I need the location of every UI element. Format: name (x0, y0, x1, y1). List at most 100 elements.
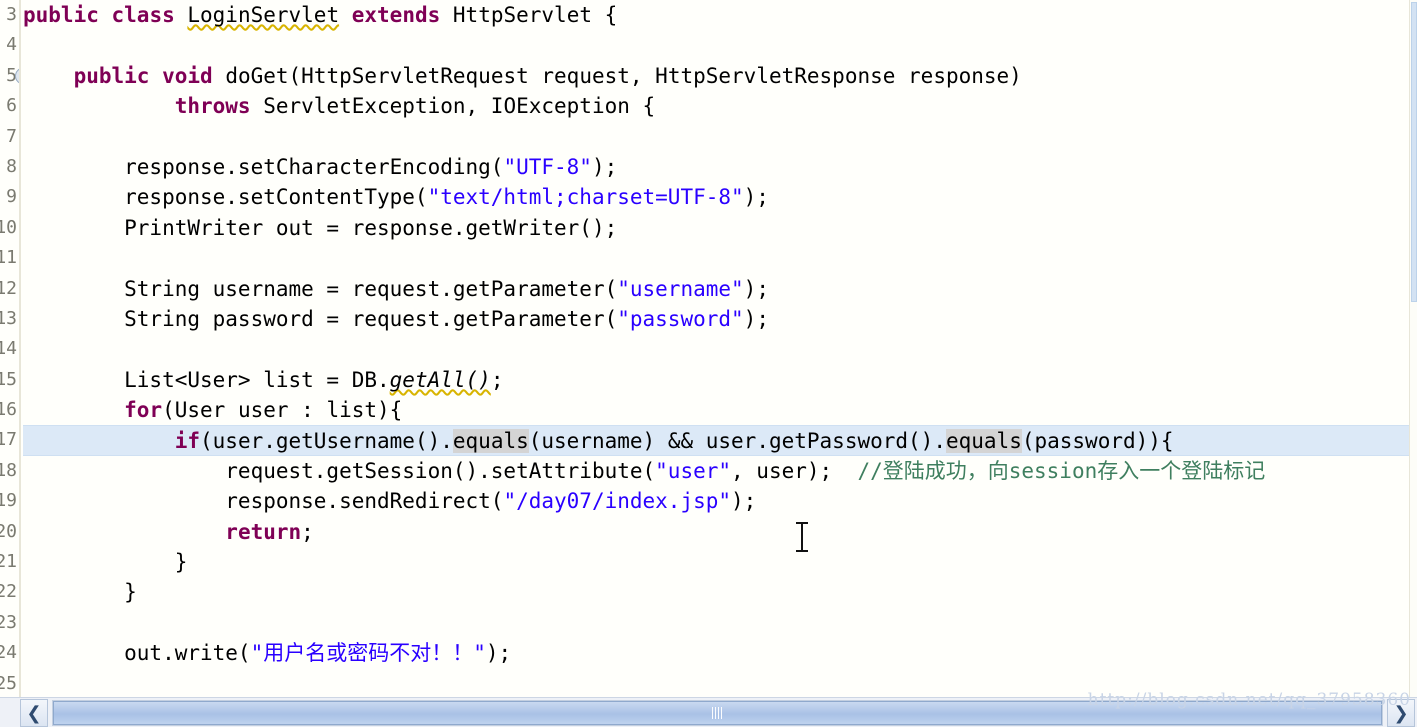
line-number: 7 (6, 125, 17, 147)
line-number: 23 (0, 611, 17, 633)
scroll-left-arrow-icon[interactable]: ❮ (20, 699, 48, 727)
code-line[interactable]: public class LoginServlet extends HttpSe… (23, 0, 1417, 30)
code-line[interactable]: } (23, 577, 1417, 607)
code-line[interactable]: PrintWriter out = response.getWriter(); (23, 213, 1417, 243)
line-number: 14 (0, 338, 17, 360)
code-token: equals (945, 429, 1022, 454)
code-line[interactable] (23, 669, 1417, 697)
code-token: throws (174, 94, 264, 119)
line-number: 21 (0, 551, 17, 573)
code-token: String username = request.getParameter( (23, 276, 618, 301)
code-token: ; (301, 519, 314, 544)
code-token: ); (743, 306, 769, 331)
code-token: //登陆成功，向session存入一个登陆标记 (857, 458, 1266, 483)
code-token: if (174, 429, 201, 454)
code-token: return (225, 519, 302, 544)
code-token: ); (485, 641, 512, 666)
code-token: ServletException, IOException { (263, 94, 656, 119)
code-token: HttpServlet { (452, 3, 618, 27)
line-number: 25 (0, 672, 17, 694)
code-token: } (23, 580, 137, 605)
code-line[interactable]: for(User user : list){ (23, 395, 1417, 425)
code-token: "username" (617, 276, 744, 301)
code-line[interactable] (23, 243, 1417, 273)
code-token: (User user : list){ (162, 398, 403, 423)
code-editor[interactable]: 3 4 5 6 7 8 9 10 11 12 13 14 15 16 17 18 19 20 21 22 23 24 25 … (0, 0, 1417, 727)
code-token: ); (731, 489, 757, 514)
code-line[interactable]: public void doGet(HttpServletRequest req… (23, 61, 1417, 91)
line-number: 3 (6, 4, 17, 25)
line-number: 11 (0, 247, 17, 269)
code-token: LoginServlet (187, 3, 340, 27)
line-number: 8 (6, 155, 17, 177)
code-token: extends (351, 3, 453, 27)
line-number: 12 (0, 277, 17, 299)
horizontal-scrollbar[interactable]: ❮ ❯ (0, 697, 1417, 727)
code-token: class (111, 3, 188, 27)
code-token: } (23, 550, 188, 575)
line-number: 6 (6, 95, 17, 117)
code-token: doGet(HttpServletRequest request, HttpSe… (225, 63, 1022, 88)
code-line[interactable]: throws ServletException, IOException { (23, 91, 1417, 121)
vertical-scrollbar-thumb[interactable] (1411, 2, 1417, 302)
code-text-area[interactable]: public class LoginServlet extends HttpSe… (23, 0, 1417, 697)
code-line[interactable]: String password = request.getParameter("… (23, 304, 1417, 334)
code-token: response.sendRedirect( (23, 489, 504, 514)
code-line[interactable]: } (23, 547, 1417, 577)
code-token: for (124, 398, 163, 423)
code-token: (username) && user.getPassword(). (528, 429, 946, 454)
code-line[interactable]: List<User> list = DB.getAll(); (23, 365, 1417, 395)
code-token: public (73, 63, 163, 88)
code-token: "password" (617, 306, 744, 331)
code-line[interactable]: return; (23, 517, 1417, 547)
code-line[interactable]: out.write("用户名或密码不对！！"); (23, 638, 1417, 668)
code-line[interactable]: response.setCharacterEncoding("UTF-8"); (23, 152, 1417, 182)
code-token: out.write( (23, 641, 251, 666)
code-token: ); (743, 185, 769, 210)
line-number: 5 (0, 61, 19, 91)
code-line[interactable]: request.getSession().setAttribute("user"… (23, 456, 1417, 486)
code-token: ; (490, 367, 504, 392)
code-token: "user" (655, 458, 732, 483)
line-number: 15 (0, 368, 17, 390)
code-token: String password = request.getParameter( (23, 306, 618, 331)
code-line[interactable]: response.sendRedirect("/day07/index.jsp"… (23, 486, 1417, 516)
horizontal-scrollbar-thumb[interactable] (53, 701, 1382, 725)
line-number: 18 (0, 459, 17, 481)
line-number: 22 (0, 581, 17, 603)
line-number: 24 (0, 642, 17, 664)
vertical-scrollbar[interactable] (1409, 0, 1417, 697)
scroll-right-arrow-icon[interactable]: ❯ (1387, 699, 1415, 727)
code-token: List<User> list = DB. (23, 367, 390, 392)
code-token: "/day07/index.jsp" (503, 489, 732, 514)
code-token: response.setContentType( (23, 185, 428, 210)
code-line[interactable] (23, 334, 1417, 364)
line-number: 10 (0, 216, 17, 238)
code-line[interactable] (23, 30, 1417, 60)
line-number-gutter[interactable]: 3 4 5 6 7 8 9 10 11 12 13 14 15 16 17 18 19 20 21 22 23 24 25 (0, 0, 21, 697)
code-line[interactable] (23, 608, 1417, 638)
scrollbar-grip (711, 707, 724, 719)
line-number: 16 (0, 399, 17, 421)
code-line[interactable]: String username = request.getParameter("… (23, 274, 1417, 304)
code-token: ); (591, 154, 618, 179)
code-line[interactable]: response.setContentType("text/html;chars… (23, 182, 1417, 212)
code-line-current[interactable]: if(user.getUsername().equals(username) &… (23, 425, 1417, 456)
line-number: 13 (0, 307, 17, 329)
line-number: 9 (6, 186, 17, 208)
code-token: equals (452, 429, 529, 454)
code-token: response.setCharacterEncoding( (23, 154, 504, 179)
horizontal-scrollbar-track[interactable] (52, 700, 1383, 726)
line-number: 17 (0, 429, 17, 451)
code-token: "用户名或密码不对！！" (250, 641, 486, 666)
code-token: , user); (731, 458, 858, 483)
code-token: ); (743, 276, 769, 301)
code-line[interactable] (23, 122, 1417, 152)
code-token: "UTF-8" (503, 154, 592, 179)
collapse-minus-icon[interactable] (15, 67, 19, 85)
